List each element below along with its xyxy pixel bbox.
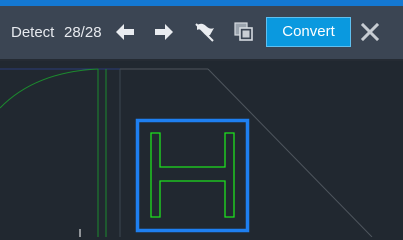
arrow-right-icon: [155, 24, 173, 40]
close-button[interactable]: [357, 19, 383, 45]
previous-button[interactable]: [113, 20, 137, 44]
detected-h-symbol: [150, 132, 235, 218]
flag-icon: [195, 23, 214, 42]
convert-button[interactable]: Convert: [266, 17, 351, 47]
app-window: Detect 28/28 Convert: [0, 0, 403, 237]
drawing-arc: [0, 68, 99, 109]
detection-counter: 28/28: [64, 24, 102, 41]
detect-toolbar: Detect 28/28 Convert: [0, 6, 403, 61]
flag-button[interactable]: [193, 20, 217, 44]
copy-icon: [234, 22, 253, 41]
selection-box[interactable]: [135, 118, 250, 233]
close-icon: [360, 22, 380, 42]
detect-label: Detect: [11, 24, 55, 41]
next-button[interactable]: [152, 20, 176, 44]
drawing-line: [207, 68, 373, 237]
arrow-left-icon: [116, 24, 134, 40]
copy-button[interactable]: [232, 20, 256, 44]
